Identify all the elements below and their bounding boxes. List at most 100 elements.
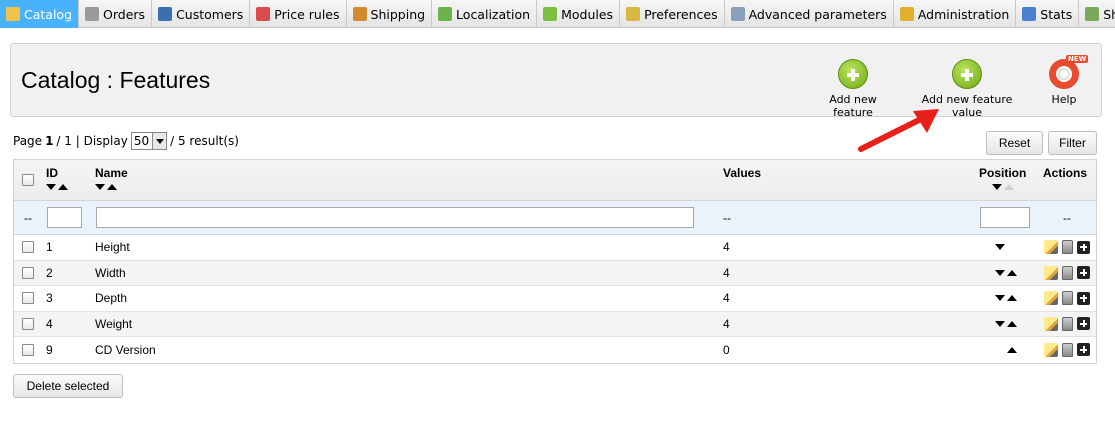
nav-tab-label: Administration xyxy=(917,6,1010,22)
help-label: Help xyxy=(1051,93,1077,106)
per-page-select[interactable]: 50 xyxy=(130,132,168,150)
nav-tab-customers[interactable]: Customers xyxy=(152,0,251,28)
nav-tab-price-rules[interactable]: Price rules xyxy=(250,0,347,28)
row-checkbox[interactable] xyxy=(22,317,34,330)
nav-tab-preferences[interactable]: Preferences xyxy=(620,0,725,28)
nav-tab-label: Preferences xyxy=(644,6,718,22)
add-icon xyxy=(952,59,982,89)
page-total: / 1 | Display xyxy=(56,134,128,148)
trash-icon[interactable] xyxy=(1062,316,1073,331)
col-position: Position xyxy=(979,166,1027,180)
table-row[interactable]: 2 Width 4 xyxy=(14,260,1096,286)
trash-icon[interactable] xyxy=(1062,265,1073,280)
trash-icon[interactable] xyxy=(1062,240,1073,255)
name-filter-input[interactable] xyxy=(96,207,694,228)
cart-icon xyxy=(85,7,100,21)
nav-tab-shipping[interactable]: Shipping xyxy=(347,0,433,28)
row-name: Depth xyxy=(95,291,128,306)
delete-selected-button[interactable]: Delete selected xyxy=(13,374,123,398)
filter-row: -- -- -- xyxy=(14,201,1096,235)
row-id: 9 xyxy=(46,342,53,357)
add-value-plus-icon[interactable] xyxy=(1077,343,1090,357)
nav-tab-stats[interactable]: Stats xyxy=(1016,0,1080,28)
move-up-icon[interactable] xyxy=(1007,295,1017,302)
add-value-plus-icon[interactable] xyxy=(1077,291,1090,305)
puzzle-icon xyxy=(543,7,558,21)
move-down-icon[interactable] xyxy=(995,269,1005,276)
nav-tab-label: Modules xyxy=(561,6,614,22)
globe-icon xyxy=(438,7,453,21)
row-values: 0 xyxy=(723,342,730,357)
trash-icon[interactable] xyxy=(1062,291,1073,306)
values-filter-dash: -- xyxy=(723,210,731,225)
edit-pencil-icon[interactable] xyxy=(1044,265,1058,280)
help-button[interactable]: NEW Help xyxy=(1046,55,1089,106)
filter-dash: -- xyxy=(24,210,32,225)
nav-tab-label: Price rules xyxy=(274,6,340,22)
add-icon xyxy=(838,59,868,89)
nav-tab-label: Customers xyxy=(176,6,244,22)
select-all-checkbox[interactable] xyxy=(22,174,34,186)
table-row[interactable]: 9 CD Version 0 xyxy=(14,337,1096,363)
nav-tab-advanced-parameters[interactable]: Advanced parameters xyxy=(725,0,894,28)
move-down-icon[interactable] xyxy=(995,244,1005,251)
row-checkbox[interactable] xyxy=(22,241,34,254)
nav-tab-modules[interactable]: Modules xyxy=(537,0,621,28)
row-values: 4 xyxy=(723,316,730,331)
add-value-plus-icon[interactable] xyxy=(1077,266,1090,280)
nav-tab-label: Shops xyxy=(1103,6,1115,22)
move-up-icon[interactable] xyxy=(1007,346,1017,353)
main-nav: Catalog Orders Customers Price rules Shippin… xyxy=(0,0,1115,28)
table-row[interactable]: 4 Weight 4 xyxy=(14,311,1096,337)
edit-pencil-icon[interactable] xyxy=(1044,316,1058,331)
row-name: Height xyxy=(95,240,130,255)
new-badge: NEW xyxy=(1066,55,1089,63)
move-down-icon[interactable] xyxy=(995,295,1005,302)
nav-tab-localization[interactable]: Localization xyxy=(432,0,538,28)
nav-tab-label: Localization xyxy=(456,6,531,22)
sort-asc-icon[interactable] xyxy=(58,184,68,190)
id-filter-input[interactable] xyxy=(47,207,82,228)
sort-asc-icon[interactable] xyxy=(107,184,117,190)
col-id: ID xyxy=(46,166,58,180)
sort-desc-icon[interactable] xyxy=(95,184,105,190)
add-value-plus-icon[interactable] xyxy=(1077,240,1090,254)
nav-tab-administration[interactable]: Administration xyxy=(894,0,1017,28)
move-up-icon[interactable] xyxy=(1007,269,1017,276)
nav-tab-shops[interactable]: Shops xyxy=(1079,0,1115,28)
row-id: 4 xyxy=(46,316,53,331)
nav-tab-orders[interactable]: Orders xyxy=(79,0,153,28)
page-current: 1 xyxy=(45,134,54,148)
trash-icon[interactable] xyxy=(1062,342,1073,357)
edit-pencil-icon[interactable] xyxy=(1044,240,1058,255)
table-row[interactable]: 3 Depth 4 xyxy=(14,286,1096,312)
table-header: ID Name Values Position Actions xyxy=(14,160,1096,201)
sort-desc-icon[interactable] xyxy=(46,184,56,190)
nav-tab-catalog[interactable]: Catalog xyxy=(0,0,80,28)
sort-desc-icon[interactable] xyxy=(991,184,1002,190)
row-checkbox[interactable] xyxy=(22,292,34,305)
pagination: Page 1 / 1 | Display 50 / 5 result(s) xyxy=(13,132,239,150)
move-up-icon[interactable] xyxy=(1007,320,1017,327)
sort-asc-icon[interactable] xyxy=(1003,184,1014,190)
preferences-icon xyxy=(626,7,641,21)
table-row[interactable]: 1 Height 4 xyxy=(14,235,1096,261)
row-values: 4 xyxy=(723,265,730,280)
add-value-plus-icon[interactable] xyxy=(1077,317,1090,331)
edit-pencil-icon[interactable] xyxy=(1044,342,1058,357)
chevron-down-icon xyxy=(152,133,167,149)
row-id: 2 xyxy=(46,265,53,280)
bar-chart-icon xyxy=(1022,7,1037,21)
edit-pencil-icon[interactable] xyxy=(1044,291,1058,306)
features-table: ID Name Values Position Actions -- -- --… xyxy=(13,159,1097,364)
position-filter-input[interactable] xyxy=(980,207,1030,228)
reset-button[interactable]: Reset xyxy=(986,131,1043,155)
row-checkbox[interactable] xyxy=(22,343,34,356)
row-checkbox[interactable] xyxy=(22,266,34,279)
filter-button[interactable]: Filter xyxy=(1048,131,1097,155)
col-name: Name xyxy=(95,166,128,180)
lifebuoy-icon: NEW xyxy=(1049,55,1089,89)
move-down-icon[interactable] xyxy=(995,320,1005,327)
row-values: 4 xyxy=(723,291,730,306)
key-icon xyxy=(899,7,914,21)
